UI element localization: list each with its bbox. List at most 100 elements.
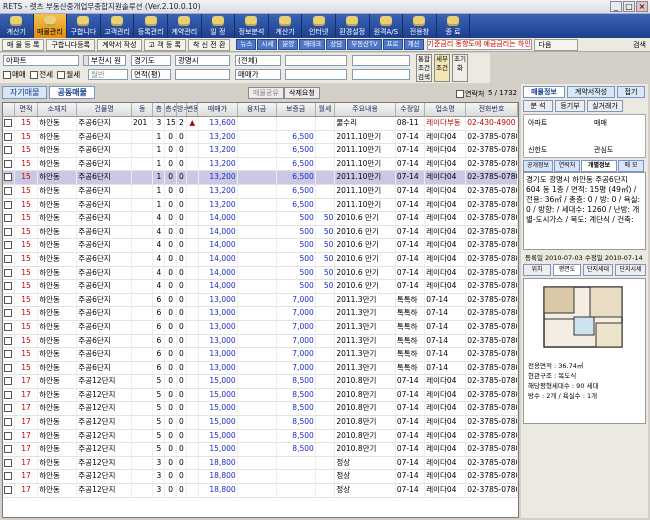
nav-internet[interactable]: 인터넷: [302, 14, 336, 38]
tab-own-listings[interactable]: 자기매물: [2, 86, 48, 99]
search-button[interactable]: 검색: [633, 40, 646, 50]
nav-listings[interactable]: 매물관리: [33, 14, 68, 38]
row-checkbox[interactable]: [4, 309, 12, 318]
table-row[interactable]: 15 하안동 주공6단지 4 0 0 14,000 500 50 2010.6 만기 07-14 레이…: [3, 239, 518, 253]
row-checkbox[interactable]: [4, 132, 12, 141]
jeonse-checkbox[interactable]: [30, 71, 39, 79]
col-header-phone[interactable]: 전화번호: [466, 103, 518, 116]
table-row[interactable]: 17 하안동 주공12단지 5 0 0 15,000 8,500 2010.8만기 07-14 레이…: [3, 429, 518, 444]
property-type-select[interactable]: 아파트: [3, 55, 79, 66]
delete-request-button[interactable]: 삭제요청: [284, 87, 320, 99]
monthly-checkbox[interactable]: [57, 71, 66, 79]
tab-location[interactable]: 위치: [523, 264, 551, 276]
close-button[interactable]: ×: [636, 1, 648, 12]
contact-checkbox[interactable]: [456, 90, 464, 98]
table-row[interactable]: 15 하안동 주공6단지 1 0 0 13,200 6,500 2011.10만기 07-14 레이…: [3, 184, 518, 199]
row-checkbox[interactable]: [4, 254, 12, 263]
row-checkbox[interactable]: [4, 486, 12, 495]
nav-remote-support[interactable]: 원격A/S: [370, 14, 404, 38]
table-row[interactable]: 15 하안동 주공6단지 6 0 0 13,000 7,000 2011.3만기 톡톡하 07-14…: [3, 307, 518, 321]
row-checkbox[interactable]: [4, 363, 12, 372]
price-type-select[interactable]: 매매가: [235, 69, 281, 80]
col-header-floor[interactable]: 층: [153, 103, 166, 116]
row-checkbox[interactable]: [4, 173, 12, 182]
row-checkbox[interactable]: [4, 431, 12, 440]
extra-select-2[interactable]: [352, 55, 410, 66]
nav-settings[interactable]: 환경설정: [336, 14, 370, 38]
register-listing-button[interactable]: 매 물 등 록: [2, 38, 45, 51]
col-header-dong[interactable]: 동: [132, 103, 154, 116]
presale-link[interactable]: 분양: [278, 39, 299, 50]
table-row[interactable]: 15 하안동 주공6단지 6 0 0 13,000 7,000 2011.3만기 톡톡하 07-14…: [3, 348, 518, 362]
table-row[interactable]: 17 하안동 주공12단지 3 0 0 18,800 정상 07-14 레이다04 02-3785-…: [3, 456, 518, 471]
table-row[interactable]: 15 하안동 주공6단지 4 0 0 14,000 500 50 2010.6 만기 07-14 레이…: [3, 266, 518, 281]
area-range-input[interactable]: [175, 69, 230, 80]
tab-public-info[interactable]: 공개정보: [523, 160, 553, 172]
news-link[interactable]: 뉴스: [236, 39, 257, 50]
table-row[interactable]: 15 하안동 주공6단지 6 0 0 13,000 7,000 2011.3만기 톡톡하 07-14…: [3, 334, 518, 349]
tab-floor-plan[interactable]: 평면도: [553, 264, 581, 276]
col-header-rent[interactable]: 월세: [316, 103, 336, 116]
col-header-deposit[interactable]: 보증금: [277, 103, 316, 116]
col-header-loan[interactable]: 융자금: [238, 103, 277, 116]
consult-link[interactable]: 상담: [326, 39, 347, 50]
register-customer-button[interactable]: 고 객 등 록: [143, 38, 186, 51]
table-row[interactable]: 15 하안동 주공6단지 4 0 0 14,000 500 50 2010.6 만기 07-14 레이…: [3, 252, 518, 267]
news-ticker[interactable]: 기준금리 동향도에 예금금리는 하인: [426, 39, 532, 50]
table-row[interactable]: 17 하안동 주공12단지 5 0 0 15,000 8,500 2010.8만기 07-14 레이…: [3, 443, 518, 457]
col-header-building[interactable]: 건물명: [77, 103, 132, 116]
col-header-floors[interactable]: 층수: [165, 103, 177, 116]
row-checkbox[interactable]: [4, 282, 12, 291]
analysis-button[interactable]: 분 석: [523, 100, 553, 112]
row-checkbox[interactable]: [4, 377, 12, 386]
nav-calculator[interactable]: 계산기: [0, 14, 34, 38]
col-header-notes[interactable]: 주요내용: [335, 103, 396, 116]
investment-link[interactable]: 재테크: [299, 39, 326, 50]
pro-link[interactable]: 프로: [382, 39, 403, 50]
col-header-location[interactable]: 소재지: [38, 103, 78, 116]
nav-analysis[interactable]: 정보분석: [235, 14, 269, 38]
share-listing-button[interactable]: 매물공유: [248, 87, 284, 99]
nav-wanted[interactable]: 구합니다: [67, 14, 101, 38]
row-checkbox[interactable]: [4, 472, 12, 481]
col-header-price[interactable]: 매매가: [198, 103, 238, 116]
district-select[interactable]: (전체): [235, 55, 281, 66]
maximize-button[interactable]: □: [623, 1, 635, 12]
tab-shared-listings[interactable]: 공동매물: [49, 86, 95, 99]
tab-memo[interactable]: 메 모: [618, 160, 644, 172]
row-checkbox[interactable]: [4, 200, 12, 209]
table-row[interactable]: 15 하안동 주공6단지 1 0 0 13,200 6,500 2011.10만기 07-14 레이…: [3, 130, 518, 145]
tab-complex-units[interactable]: 단지세대: [583, 264, 613, 276]
size-filter[interactable]: 월반: [88, 69, 128, 80]
tab-contract-writing[interactable]: 계약서작성: [567, 86, 615, 98]
area-unit-select[interactable]: 면적(평): [131, 69, 171, 80]
row-checkbox[interactable]: [4, 146, 12, 155]
col-header-rooms[interactable]: 방수: [177, 103, 187, 116]
table-row[interactable]: 17 하안동 주공12단지 3 0 0 18,800 정상 07-14 레이다04 02-3785-…: [3, 484, 518, 498]
calc-link[interactable]: 계산: [403, 39, 424, 50]
table-row[interactable]: 15 하안동 주공6단지 4 0 0 14,000 500 50 2010.6 만기 07-14 레이…: [3, 280, 518, 294]
nav-exit[interactable]: 종 료: [437, 14, 471, 38]
nav-customers[interactable]: 고객관리: [101, 14, 135, 38]
sale-checkbox[interactable]: [3, 71, 11, 79]
col-header-change[interactable]: 변동: [187, 103, 199, 116]
row-checkbox[interactable]: [4, 445, 12, 454]
combined-search-button[interactable]: 통합조건검색: [416, 54, 432, 82]
call-forward-button[interactable]: 착 신 전 환: [187, 38, 231, 51]
listing-grid[interactable]: 면적소재지건물명동층층수방수변동매매가융자금보증금월세주요내용수정일업소명전화번…: [2, 102, 519, 518]
table-row[interactable]: 17 하안동 주공12단지 3 0 0 18,800 정상 07-14 레이다04 02-3785-…: [3, 470, 518, 485]
table-row[interactable]: 15 하안동 주공6단지 4 0 0 14,000 500 50 2010.6 만기 07-14 레이…: [3, 212, 518, 226]
price-link[interactable]: 시세: [257, 39, 278, 50]
table-row[interactable]: 15 하안동 주공6단지 4 0 0 14,000 500 50 2010.6 만기 07-14 레이…: [3, 225, 518, 240]
minimize-button[interactable]: _: [610, 1, 622, 12]
price-max-input[interactable]: [352, 69, 410, 80]
nav-registry[interactable]: 등록관리: [134, 14, 168, 38]
table-row[interactable]: 15 하안동 주공6단지 1 0 0 13,200 6,500 2011.10만기 07-14 레이…: [3, 171, 518, 185]
row-checkbox[interactable]: [4, 227, 12, 236]
table-row[interactable]: 15 하안동 주공6단지 6 0 0 13,000 7,000 2011.3만기 톡톡하 07-14…: [3, 293, 518, 308]
table-row[interactable]: 17 하안동 주공12단지 5 0 0 15,000 8,500 2010.8만기 07-14 레이…: [3, 416, 518, 430]
tab-complex-price[interactable]: 단지시세: [615, 264, 646, 276]
row-checkbox[interactable]: [4, 119, 12, 127]
collapse-button[interactable]: 접기: [617, 86, 645, 98]
row-checkbox[interactable]: [4, 350, 12, 359]
